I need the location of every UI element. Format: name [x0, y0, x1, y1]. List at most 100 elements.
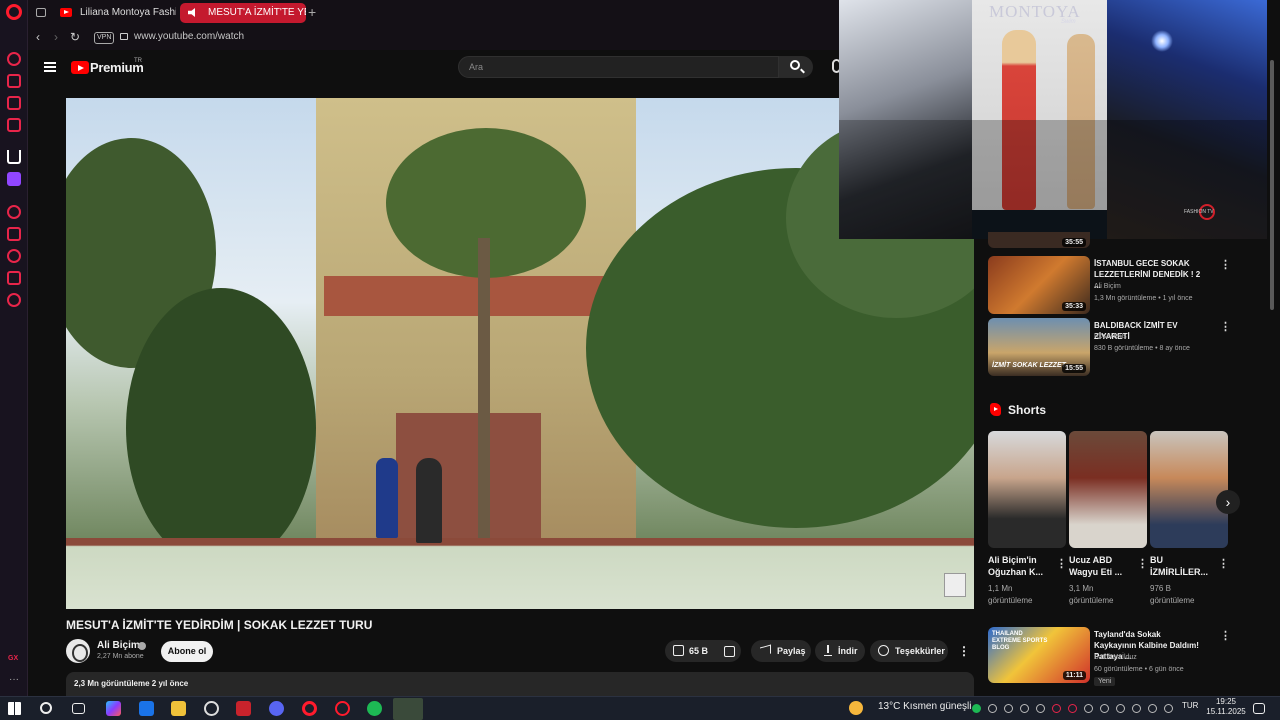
more-actions-button[interactable]: ⋮ [952, 640, 976, 662]
start-icon[interactable] [8, 702, 21, 715]
tray-mic-icon[interactable] [1116, 704, 1125, 713]
copilot-icon[interactable] [106, 701, 121, 716]
tab-sidebar-icon[interactable] [36, 8, 46, 17]
extensions-icon[interactable] [7, 271, 21, 285]
short-title[interactable]: Ucuz ABD Wagyu Eti ... [1069, 554, 1135, 578]
tray-network-icon[interactable] [1148, 704, 1157, 713]
shorts-next-button[interactable]: › [1216, 490, 1240, 514]
tray-steam-icon[interactable] [1020, 704, 1029, 713]
video-thumbnail[interactable]: İZMİT SOKAK LEZZET 15:55 [988, 318, 1090, 376]
short-title[interactable]: BU İZMİRLİLER... [1150, 554, 1216, 578]
channel-watermark-icon[interactable] [944, 573, 966, 597]
tray-spotify-icon[interactable] [972, 704, 981, 713]
dislike-button[interactable] [716, 640, 744, 662]
player-icon[interactable] [7, 205, 21, 219]
short-item[interactable]: BU İZMİRLİLER... 976 B görüntüleme ⋮ [1150, 431, 1229, 605]
tray-icon[interactable] [1132, 704, 1141, 713]
messenger-icon[interactable] [7, 96, 21, 110]
pip-stage-light [1151, 30, 1173, 52]
pip-video-window[interactable]: MONTOYA Swim FASHION TV [839, 0, 1267, 239]
video-player[interactable] [66, 98, 974, 609]
description-box[interactable]: 2,3 Mn görüntüleme 2 yıl önce [66, 672, 974, 696]
bookmarks-icon[interactable] [7, 118, 21, 132]
more-options-icon[interactable]: ⋮ [1056, 557, 1067, 570]
list-item[interactable]: İZMİT SOKAK LEZZET 15:55 BALDIBACK İZMİT… [988, 318, 1233, 376]
video-thumbnail[interactable]: 35:55 [988, 232, 1090, 248]
short-item[interactable]: Ali Biçim'in Oğuzhan K... 1,1 Mn görüntül… [988, 431, 1067, 605]
sidebar-more-icon[interactable]: ··· [9, 674, 23, 688]
voice-app-icon[interactable] [236, 701, 251, 716]
notification-icon[interactable] [1253, 703, 1265, 714]
video-thumbnail[interactable]: THAILAND EXTREME SPORTS BLOG 11:11 [988, 627, 1090, 683]
shopping-icon[interactable] [7, 74, 21, 88]
channel-name[interactable]: Ali Biçim [97, 640, 140, 651]
opera-logo-icon[interactable] [6, 4, 22, 20]
speaker-icon[interactable] [188, 8, 200, 17]
discord-icon[interactable] [269, 701, 284, 716]
tray-icon[interactable] [988, 704, 997, 713]
more-options-icon[interactable]: ⋮ [1137, 557, 1148, 570]
task-view-icon[interactable] [72, 703, 85, 714]
back-icon[interactable]: ‹ [36, 30, 40, 44]
channel-name[interactable]: Batuhan İlduz [1094, 654, 1137, 661]
list-item[interactable]: 35:55 [988, 232, 1233, 248]
short-title[interactable]: Ali Biçim'in Oğuzhan K... [988, 554, 1054, 578]
tray-discord-icon[interactable] [1036, 704, 1045, 713]
history-icon[interactable] [7, 227, 21, 241]
search-icon[interactable] [40, 702, 52, 714]
lock-icon[interactable] [120, 33, 128, 40]
scrollbar-thumb[interactable] [1270, 60, 1274, 310]
clock-icon[interactable] [7, 249, 21, 263]
download-button[interactable]: İndir [815, 640, 865, 662]
tray-icon[interactable] [1084, 704, 1093, 713]
opera-gx-icon[interactable] [335, 701, 350, 716]
channel-avatar[interactable] [66, 639, 90, 663]
short-item[interactable]: Ucuz ABD Wagyu Eti ... 3,1 Mn görüntüleme… [1069, 431, 1148, 605]
language-indicator[interactable]: TUR [1182, 701, 1198, 710]
file-explorer-icon[interactable] [171, 701, 186, 716]
gx-icon[interactable]: GX [8, 655, 22, 669]
more-options-icon[interactable]: ⋮ [1220, 258, 1231, 271]
tray-icon[interactable] [1004, 704, 1013, 713]
tray-icon[interactable] [1068, 704, 1077, 713]
opera-icon[interactable] [302, 701, 317, 716]
reload-icon[interactable]: ↻ [70, 30, 80, 44]
mail-icon[interactable] [139, 701, 154, 716]
clock-app-icon[interactable] [204, 701, 219, 716]
forward-icon[interactable]: › [54, 30, 58, 44]
short-thumbnail[interactable] [988, 431, 1066, 548]
weather-icon[interactable] [849, 701, 863, 715]
settings-icon[interactable] [7, 293, 21, 307]
spotify-icon[interactable] [367, 701, 382, 716]
tab-mesut-active[interactable]: MESUT'A İZMİT'TE YE [180, 3, 306, 23]
pinned-app-icon[interactable] [7, 150, 21, 164]
clock[interactable]: 19:25 15.11.2025 [1203, 696, 1249, 717]
vpn-badge[interactable]: VPN [94, 32, 115, 44]
tray-icon[interactable] [1100, 704, 1109, 713]
weather-text[interactable]: 13°C Kısmen güneşli [878, 701, 972, 712]
tab-fashion[interactable]: Liliana Montoya Fashion S [52, 3, 176, 23]
short-thumbnail[interactable] [1069, 431, 1147, 548]
short-thumbnail[interactable] [1150, 431, 1228, 548]
thanks-button[interactable]: Teşekkürler [870, 640, 948, 662]
video-thumbnail[interactable]: 35:33 [988, 256, 1090, 314]
active-app-icon[interactable] [393, 698, 423, 720]
channel-name[interactable]: Ali Biçim [1094, 283, 1121, 290]
channel-name[interactable]: RoseHeus [1094, 333, 1127, 340]
search-button[interactable] [779, 56, 813, 78]
new-tab-button[interactable]: + [308, 4, 316, 20]
tray-volume-icon[interactable] [1164, 704, 1173, 713]
youtube-logo-icon[interactable] [71, 61, 89, 74]
list-item[interactable]: 35:33 İSTANBUL GECE SOKAK LEZZETLERİNİ D… [988, 256, 1233, 314]
share-button[interactable]: Paylaş [751, 640, 811, 662]
more-options-icon[interactable]: ⋮ [1220, 629, 1231, 642]
more-options-icon[interactable]: ⋮ [1220, 320, 1231, 333]
more-options-icon[interactable]: ⋮ [1218, 557, 1229, 570]
subscribe-button[interactable]: Abone ol [161, 641, 213, 662]
search-input[interactable]: Ara [458, 56, 779, 78]
menu-icon[interactable] [44, 62, 56, 72]
aria-icon[interactable] [7, 52, 21, 66]
twitch-icon[interactable] [7, 172, 21, 186]
tray-opera-icon[interactable] [1052, 704, 1061, 713]
url-field[interactable]: www.youtube.com/watch [134, 31, 244, 42]
